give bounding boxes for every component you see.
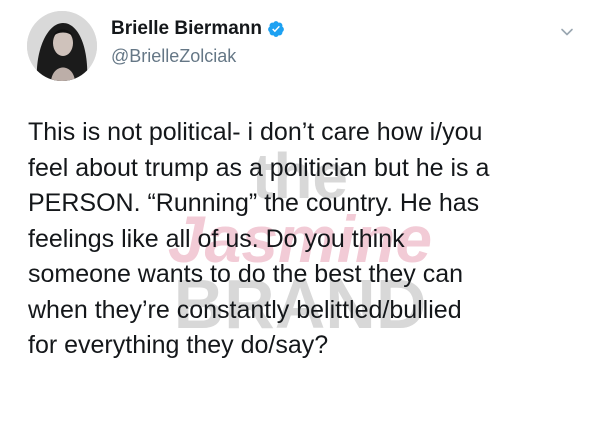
tweet-text: This is not political- i don’t care how … xyxy=(28,118,490,359)
verified-badge-icon xyxy=(267,20,285,38)
chevron-down-icon[interactable] xyxy=(559,24,575,40)
author-handle[interactable]: @BrielleZolciak xyxy=(111,46,236,67)
tweet-card: Brielle Biermann @BrielleZolciak the Jas… xyxy=(0,0,595,425)
avatar[interactable] xyxy=(27,11,97,81)
avatar-image xyxy=(27,11,97,81)
author-name-row: Brielle Biermann xyxy=(111,18,285,40)
author-display-name[interactable]: Brielle Biermann xyxy=(111,18,262,40)
